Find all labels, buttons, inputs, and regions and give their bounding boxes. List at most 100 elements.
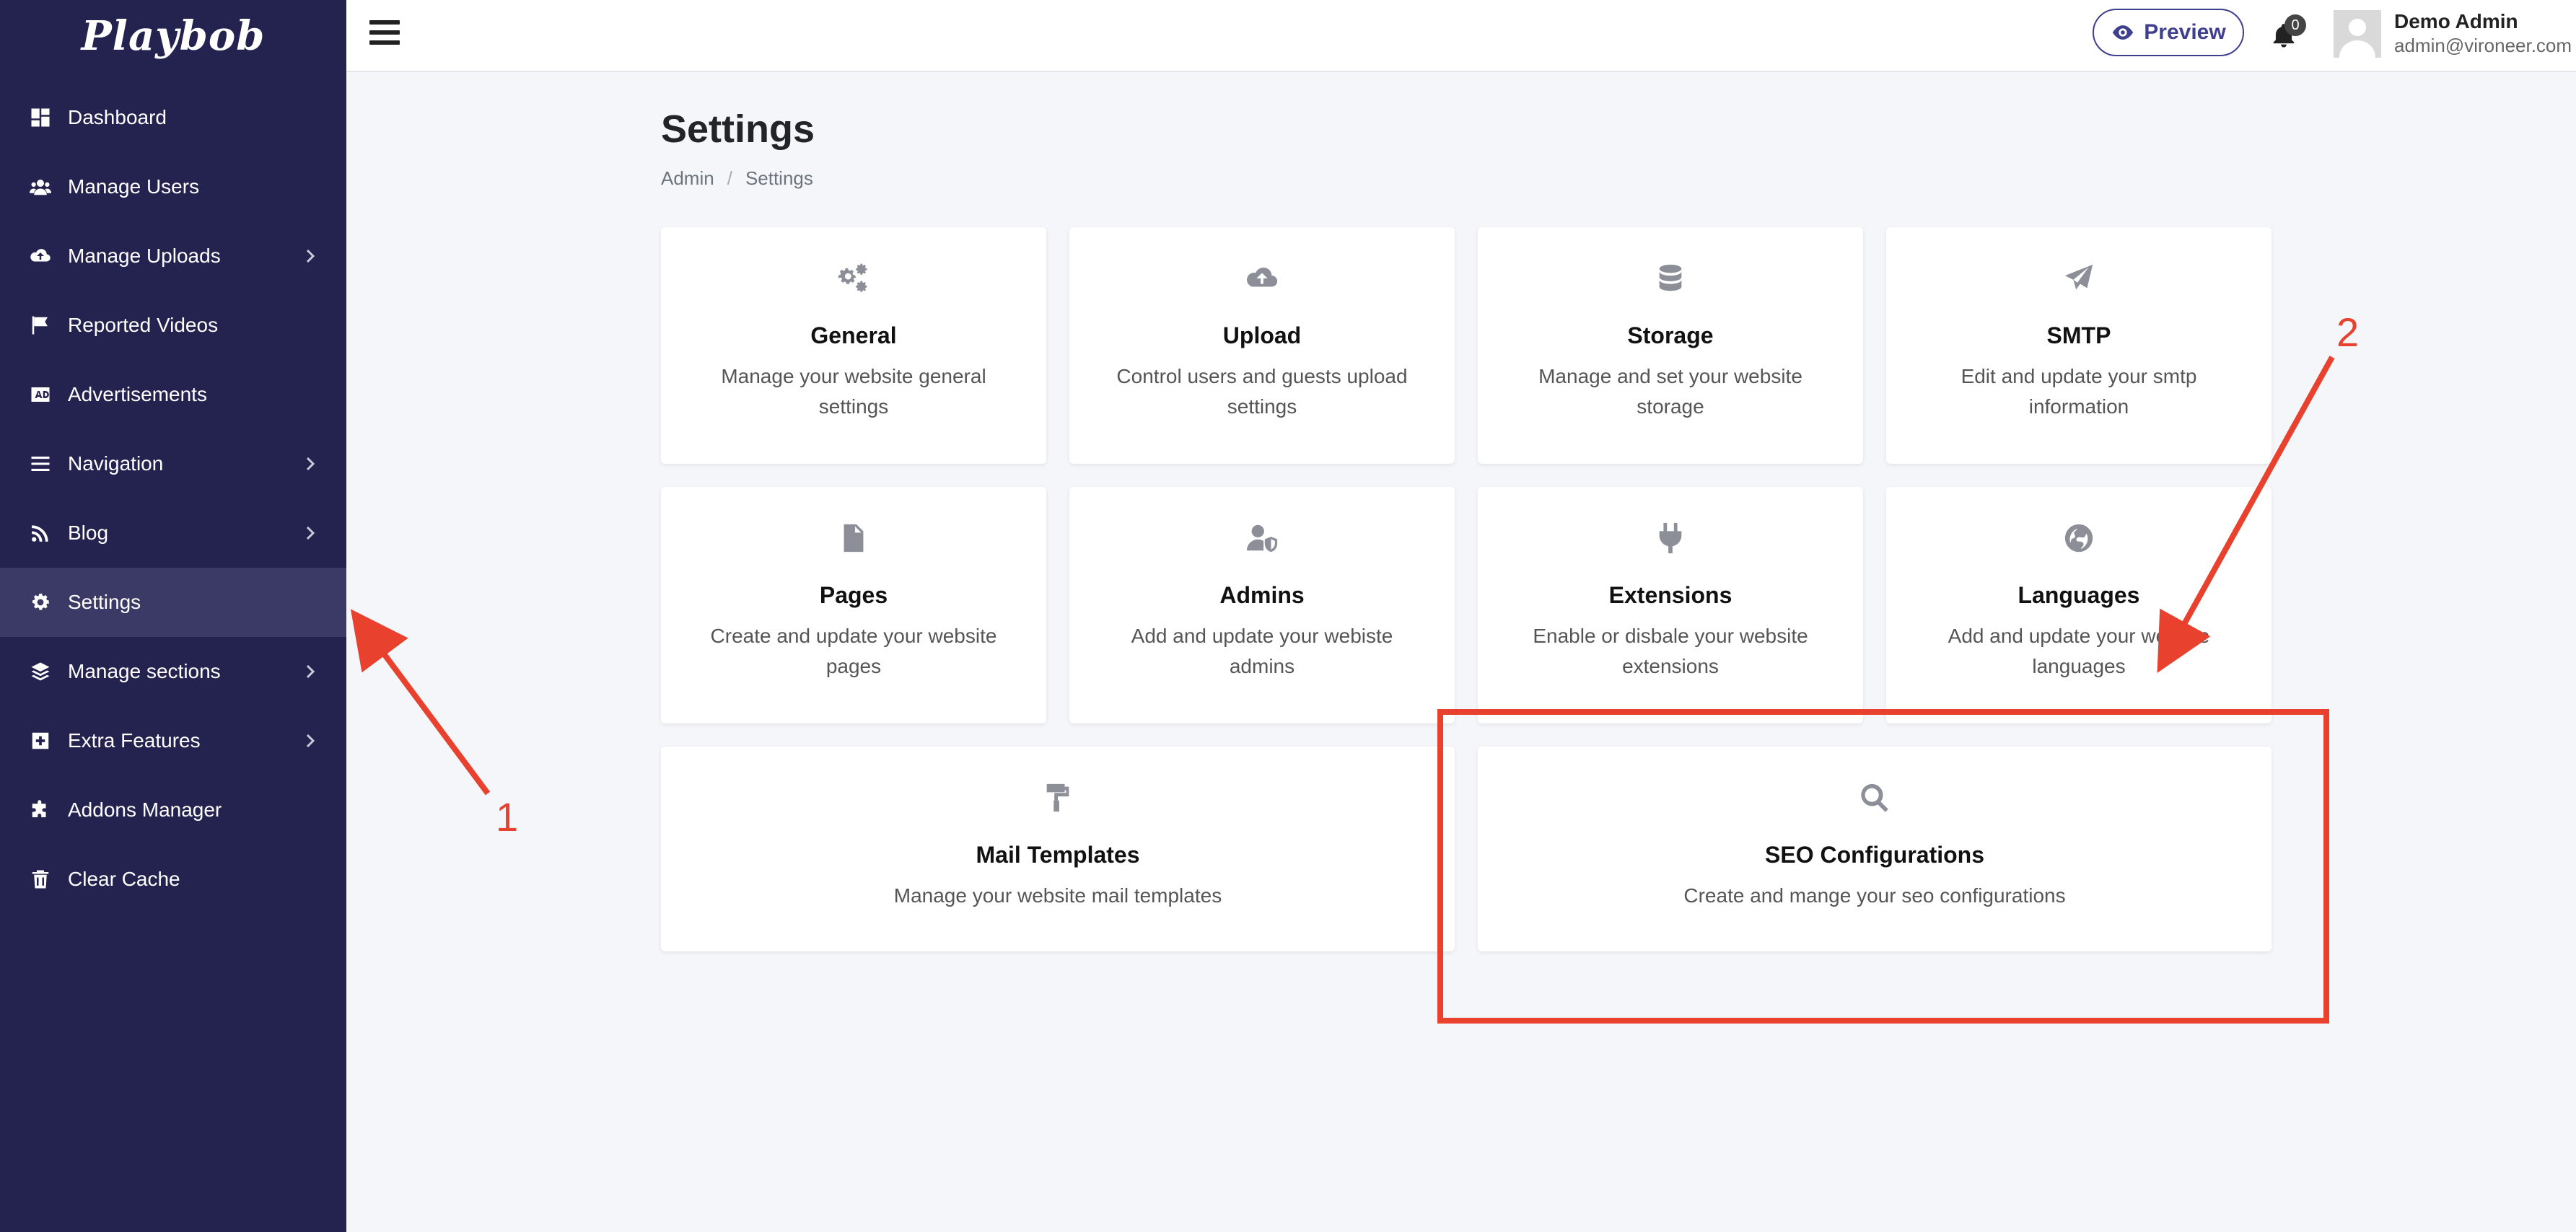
sidebar-item-clear-cache[interactable]: Clear Cache xyxy=(0,845,346,914)
avatar[interactable] xyxy=(2334,10,2381,58)
breadcrumb-current: Settings xyxy=(745,167,813,189)
sidebar-item-manage-sections[interactable]: Manage sections xyxy=(0,637,346,706)
sidebar-item-reported-videos[interactable]: Reported Videos xyxy=(0,291,346,360)
sidebar-item-label: Advertisements xyxy=(68,383,207,405)
sidebar: Playbob Dashboard Manage Users Manage Up… xyxy=(0,0,346,1232)
preview-label: Preview xyxy=(2144,20,2226,44)
gears-icon xyxy=(661,262,1046,295)
settings-card-extensions[interactable]: Extensions Enable or disbale your websit… xyxy=(1478,487,1863,723)
sidebar-item-extra-features[interactable]: Extra Features xyxy=(0,706,346,775)
settings-card-smtp[interactable]: SMTP Edit and update your smtp informati… xyxy=(1886,227,2271,464)
user-shield-icon xyxy=(1069,522,1455,555)
card-title: Mail Templates xyxy=(976,842,1140,868)
notification-count-badge: 0 xyxy=(2284,14,2306,36)
app-logo[interactable]: Playbob xyxy=(0,0,346,72)
sidebar-item-addons-manager[interactable]: Addons Manager xyxy=(0,775,346,845)
sidebar-nav: Dashboard Manage Users Manage Uploads Re… xyxy=(0,83,346,914)
card-description: Create and update your website pages xyxy=(710,625,997,677)
sidebar-item-settings[interactable]: Settings xyxy=(0,568,346,637)
paint-roller-icon xyxy=(661,781,1455,814)
sidebar-item-label: Manage sections xyxy=(68,660,221,682)
breadcrumb-separator: / xyxy=(727,167,732,189)
settings-card-pages[interactable]: Pages Create and update your website pag… xyxy=(661,487,1046,723)
card-title: SMTP xyxy=(2046,322,2111,348)
sidebar-item-label: Blog xyxy=(68,522,109,544)
trash-icon xyxy=(29,868,52,891)
chevron-right-icon xyxy=(302,524,319,542)
card-description: Add and update your website languages xyxy=(1948,625,2210,677)
ad-icon xyxy=(29,383,52,406)
card-title: Upload xyxy=(1222,322,1302,348)
plus-square-icon xyxy=(29,729,52,752)
sidebar-item-label: Extra Features xyxy=(68,729,201,752)
card-description: Edit and update your smtp information xyxy=(1961,365,2197,418)
plug-icon xyxy=(1478,522,1863,555)
database-icon xyxy=(1478,262,1863,295)
puzzle-icon xyxy=(29,798,52,822)
chevron-right-icon xyxy=(302,247,319,265)
rss-icon xyxy=(29,522,52,545)
card-description: Create and mange your seo configurations xyxy=(1683,884,2066,907)
annotation-label-1: 1 xyxy=(496,794,519,840)
card-title: General xyxy=(810,322,897,348)
paper-plane-icon xyxy=(1886,262,2271,295)
breadcrumb: Admin / Settings xyxy=(661,167,813,190)
user-name[interactable]: Demo Admin xyxy=(2394,10,2518,33)
settings-card-seo-configurations[interactable]: SEO Configurations Create and mange your… xyxy=(1478,747,2271,951)
settings-card-admins[interactable]: Admins Add and update your webiste admin… xyxy=(1069,487,1455,723)
card-description: Enable or disbale your website extension… xyxy=(1533,625,1808,677)
eye-icon xyxy=(2113,25,2134,40)
globe-icon xyxy=(1886,522,2271,555)
settings-card-upload[interactable]: Upload Control users and guests upload s… xyxy=(1069,227,1455,464)
card-description: Add and update your webiste admins xyxy=(1131,625,1393,677)
gear-icon xyxy=(29,591,52,614)
sidebar-item-manage-users[interactable]: Manage Users xyxy=(0,152,346,221)
card-description: Control users and guests upload settings xyxy=(1116,365,1408,418)
settings-card-mail-templates[interactable]: Mail Templates Manage your website mail … xyxy=(661,747,1455,951)
sidebar-item-label: Dashboard xyxy=(68,106,167,128)
sidebar-item-label: Navigation xyxy=(68,452,164,475)
user-email: admin@vironeer.com xyxy=(2394,35,2572,56)
dashboard-icon xyxy=(29,106,52,129)
cloud-upload-icon xyxy=(1069,262,1455,295)
top-header: Preview 0 Demo Admin admin@vironeer.com xyxy=(346,0,2576,72)
breadcrumb-admin-link[interactable]: Admin xyxy=(661,167,714,189)
sidebar-item-dashboard[interactable]: Dashboard xyxy=(0,83,346,152)
sidebar-item-blog[interactable]: Blog xyxy=(0,498,346,568)
card-description: Manage your website general settings xyxy=(721,365,986,418)
card-title: SEO Configurations xyxy=(1765,842,1984,868)
card-title: Languages xyxy=(2018,582,2140,608)
layers-icon xyxy=(29,660,52,683)
settings-card-general[interactable]: General Manage your website general sett… xyxy=(661,227,1046,464)
card-description: Manage and set your website storage xyxy=(1538,365,1802,418)
settings-card-languages[interactable]: Languages Add and update your website la… xyxy=(1886,487,2271,723)
annotation-arrow-1 xyxy=(350,609,491,796)
sidebar-item-label: Reported Videos xyxy=(68,314,219,336)
chevron-right-icon xyxy=(302,455,319,472)
sidebar-item-label: Settings xyxy=(68,591,141,613)
flag-icon xyxy=(29,314,52,337)
notifications-button[interactable]: 0 xyxy=(2270,14,2306,50)
annotation-label-2: 2 xyxy=(2336,309,2360,355)
card-description: Manage your website mail templates xyxy=(893,884,1222,907)
sidebar-item-navigation[interactable]: Navigation xyxy=(0,429,346,498)
chevron-right-icon xyxy=(302,663,319,680)
card-title: Extensions xyxy=(1608,582,1732,608)
settings-card-storage[interactable]: Storage Manage and set your website stor… xyxy=(1478,227,1863,464)
cloud-upload-icon xyxy=(29,245,52,268)
menu-toggle-icon[interactable] xyxy=(369,20,400,46)
preview-button[interactable]: Preview xyxy=(2093,9,2244,56)
search-icon xyxy=(1478,781,2271,814)
sidebar-item-label: Clear Cache xyxy=(68,868,180,890)
sidebar-item-advertisements[interactable]: Advertisements xyxy=(0,360,346,429)
user-avatar-icon xyxy=(2334,10,2381,58)
sidebar-item-manage-uploads[interactable]: Manage Uploads xyxy=(0,221,346,291)
card-title: Admins xyxy=(1219,582,1305,608)
list-icon xyxy=(29,452,52,475)
file-icon xyxy=(661,522,1046,555)
sidebar-item-label: Manage Uploads xyxy=(68,245,221,267)
page-title: Settings xyxy=(661,107,815,151)
sidebar-item-label: Manage Users xyxy=(68,175,200,198)
card-title: Storage xyxy=(1627,322,1714,348)
users-icon xyxy=(29,175,52,198)
